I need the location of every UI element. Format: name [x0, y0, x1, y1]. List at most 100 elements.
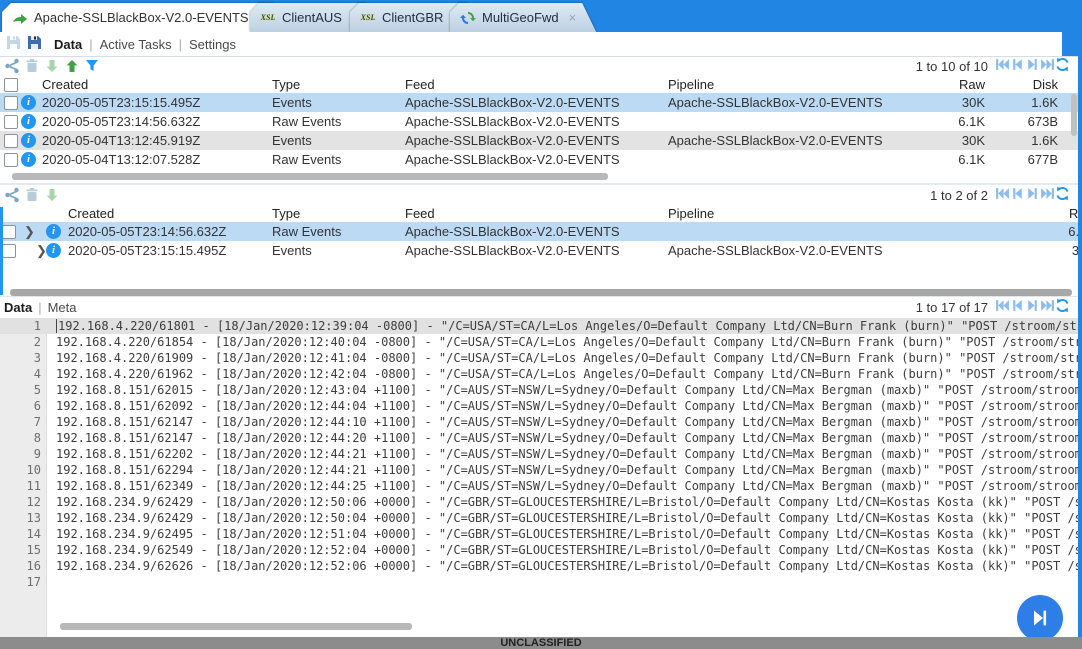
log-line[interactable]: 1192.168.4.220/61801 - [18/Jan/2020:12:3… — [0, 318, 1082, 334]
tab-data[interactable]: Data — [4, 300, 32, 315]
menu-item-settings[interactable]: Settings — [189, 37, 236, 52]
row-checkbox[interactable] — [2, 225, 16, 239]
refresh-icon[interactable] — [1055, 57, 1070, 72]
delete-icon[interactable] — [24, 58, 40, 74]
tab-multigeofwd[interactable]: MultiGeoFwd × — [450, 3, 596, 32]
menu-item-active-tasks[interactable]: Active Tasks — [100, 37, 172, 52]
close-icon[interactable]: × — [569, 10, 577, 25]
vertical-scrollbar[interactable] — [1071, 94, 1077, 136]
last-page-icon[interactable] — [1040, 186, 1055, 201]
line-number: 14 — [0, 526, 41, 542]
column-header-raw[interactable]: Raw — [1015, 205, 1082, 222]
log-line[interactable]: 11192.168.8.151/62349 - [18/Jan/2020:12:… — [0, 478, 1082, 494]
line-text: 192.168.234.9/62549 - [18/Jan/2020:12:52… — [56, 542, 1082, 558]
log-line[interactable]: 14192.168.234.9/62495 - [18/Jan/2020:12:… — [0, 526, 1082, 542]
log-line[interactable]: 16192.168.234.9/62626 - [18/Jan/2020:12:… — [0, 558, 1082, 574]
menu-item-data[interactable]: Data — [54, 37, 82, 52]
log-line[interactable]: 7192.168.8.151/62147 - [18/Jan/2020:12:4… — [0, 414, 1082, 430]
process-icon[interactable] — [4, 58, 20, 74]
cell-created: 2020-05-04T13:12:07.528Z — [42, 150, 200, 169]
log-line[interactable]: 17 — [0, 574, 1082, 590]
tab-apache-sslblackbox[interactable]: Apache-SSLBlackBox-V2.0-EVENTS × — [2, 3, 286, 32]
log-line[interactable]: 2192.168.4.220/61854 - [18/Jan/2020:12:4… — [0, 334, 1082, 350]
previous-page-icon[interactable] — [1010, 57, 1025, 72]
info-icon[interactable]: i — [21, 95, 36, 110]
log-line[interactable]: 15192.168.234.9/62549 - [18/Jan/2020:12:… — [0, 542, 1082, 558]
log-line[interactable]: 6192.168.8.151/62092 - [18/Jan/2020:12:4… — [0, 398, 1082, 414]
last-page-icon[interactable] — [1040, 298, 1055, 313]
row-checkbox[interactable] — [2, 244, 16, 258]
info-icon[interactable]: i — [46, 243, 61, 258]
upload-icon[interactable] — [64, 58, 80, 74]
first-page-icon[interactable] — [995, 298, 1010, 313]
xsl-icon: XSL — [260, 10, 276, 26]
related-table-header: Created Type Feed Pipeline Raw — [0, 205, 1082, 222]
first-page-icon[interactable] — [995, 57, 1010, 72]
next-page-icon[interactable] — [1025, 57, 1040, 72]
refresh-icon[interactable] — [1055, 298, 1070, 313]
log-line[interactable]: 12192.168.234.9/62429 - [18/Jan/2020:12:… — [0, 494, 1082, 510]
related-table-row[interactable]: ❯i2020-05-05T23:14:56.632ZRaw EventsApac… — [0, 222, 1082, 241]
column-header-feed[interactable]: Feed — [405, 205, 435, 222]
column-header-created[interactable]: Created — [42, 76, 88, 93]
cell-pipeline: Apache-SSLBlackBox-V2.0-EVENTS — [668, 93, 883, 112]
log-line[interactable]: 4192.168.4.220/61962 - [18/Jan/2020:12:4… — [0, 366, 1082, 382]
next-page-icon[interactable] — [1025, 186, 1040, 201]
download-icon[interactable] — [44, 187, 60, 203]
column-header-pipeline[interactable]: Pipeline — [668, 76, 714, 93]
info-icon[interactable]: i — [46, 224, 61, 239]
column-header-disk[interactable]: Disk — [978, 76, 1058, 93]
refresh-icon[interactable] — [1055, 186, 1070, 201]
column-header-raw[interactable]: Raw — [905, 76, 985, 93]
stream-table-row[interactable]: i2020-05-05T23:14:56.632ZRaw EventsApach… — [0, 112, 1082, 131]
info-icon[interactable]: i — [21, 152, 36, 167]
cell-type: Events — [272, 241, 312, 260]
row-checkbox[interactable] — [4, 96, 18, 110]
stream-table-row[interactable]: i2020-05-04T13:12:07.528ZRaw EventsApach… — [0, 150, 1082, 169]
horizontal-scrollbar[interactable] — [10, 289, 1072, 296]
save-all-icon[interactable] — [27, 35, 42, 53]
log-line[interactable]: 13192.168.234.9/62429 - [18/Jan/2020:12:… — [0, 510, 1082, 526]
next-page-icon[interactable] — [1025, 298, 1040, 313]
horizontal-scrollbar[interactable] — [12, 173, 608, 180]
column-header-created[interactable]: Created — [68, 205, 114, 222]
save-icon[interactable] — [6, 35, 21, 53]
delete-icon[interactable] — [24, 187, 40, 203]
previous-page-icon[interactable] — [1010, 186, 1025, 201]
cell-feed: Apache-SSLBlackBox-V2.0-EVENTS — [405, 112, 620, 131]
column-header-type[interactable]: Type — [272, 76, 300, 93]
column-header-type[interactable]: Type — [272, 205, 300, 222]
log-line[interactable]: 8192.168.8.151/62147 - [18/Jan/2020:12:4… — [0, 430, 1082, 446]
pagination-controls — [995, 57, 1070, 75]
filter-icon[interactable] — [84, 58, 100, 74]
cell-created: 2020-05-05T23:14:56.632Z — [42, 112, 200, 131]
log-line[interactable]: 3192.168.4.220/61909 - [18/Jan/2020:12:4… — [0, 350, 1082, 366]
log-text-editor[interactable]: 1192.168.4.220/61801 - [18/Jan/2020:12:3… — [0, 318, 1082, 637]
related-table-row[interactable]: ❯i2020-05-05T23:15:15.495ZEventsApache-S… — [0, 241, 1082, 260]
stream-table-row[interactable]: i2020-05-05T23:15:15.495ZEventsApache-SS… — [0, 93, 1082, 112]
log-line[interactable]: 10192.168.8.151/62294 - [18/Jan/2020:12:… — [0, 462, 1082, 478]
row-checkbox[interactable] — [4, 115, 18, 129]
last-page-icon[interactable] — [1040, 57, 1055, 72]
step-forward-button[interactable] — [1017, 595, 1063, 637]
stream-table-row[interactable]: i2020-05-04T13:12:45.919ZEventsApache-SS… — [0, 131, 1082, 150]
tab-meta[interactable]: Meta — [48, 300, 77, 315]
select-all-checkbox[interactable] — [4, 78, 18, 92]
info-icon[interactable]: i — [21, 114, 36, 129]
process-icon[interactable] — [4, 187, 20, 203]
line-number: 4 — [0, 366, 41, 382]
download-icon[interactable] — [44, 58, 60, 74]
horizontal-scrollbar[interactable] — [60, 623, 412, 630]
row-checkbox[interactable] — [4, 153, 18, 167]
column-header-pipeline[interactable]: Pipeline — [668, 205, 714, 222]
info-icon[interactable]: i — [21, 133, 36, 148]
column-header-feed[interactable]: Feed — [405, 76, 435, 93]
expand-chevron-icon[interactable]: ❯ — [24, 222, 35, 241]
row-checkbox[interactable] — [4, 134, 18, 148]
log-line[interactable]: 9192.168.8.151/62202 - [18/Jan/2020:12:4… — [0, 446, 1082, 462]
first-page-icon[interactable] — [995, 186, 1010, 201]
xsl-icon: XSL — [360, 10, 376, 26]
log-line[interactable]: 5192.168.8.151/62015 - [18/Jan/2020:12:4… — [0, 382, 1082, 398]
previous-page-icon[interactable] — [1010, 298, 1025, 313]
line-text: 192.168.4.220/61854 - [18/Jan/2020:12:40… — [56, 334, 1082, 350]
